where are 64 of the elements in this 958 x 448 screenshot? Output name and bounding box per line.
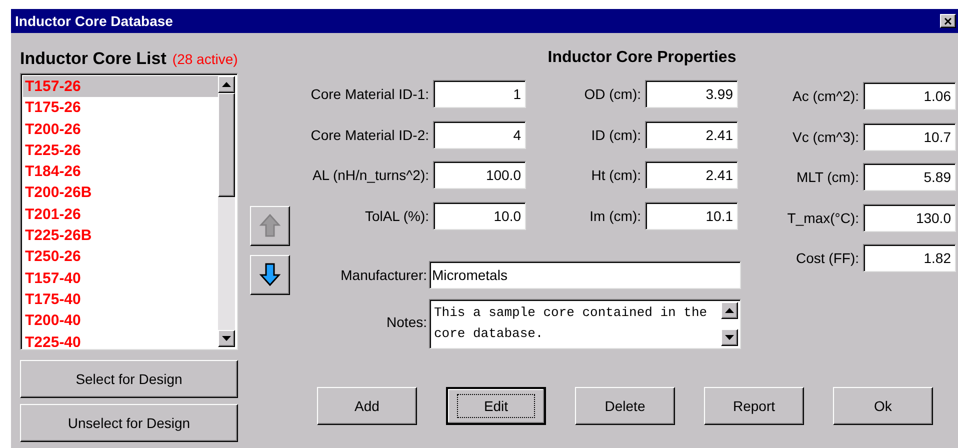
list-item[interactable]: T157-40: [23, 268, 218, 289]
field-label: T_max(°C):: [787, 210, 859, 226]
scroll-down-icon[interactable]: [218, 330, 235, 347]
list-item[interactable]: T200-26: [23, 118, 218, 140]
field-label: ID (cm):: [591, 126, 641, 142]
input-field[interactable]: 1.82: [863, 244, 956, 272]
input-field[interactable]: 3.99: [645, 80, 738, 108]
field-label: Manufacturer:: [340, 267, 427, 283]
list-item[interactable]: T175-40: [23, 288, 218, 310]
field-label: AL (nH/n_turns^2):: [312, 167, 429, 183]
input-field[interactable]: 4: [433, 120, 526, 148]
field-label: Vc (cm^3):: [792, 128, 859, 144]
field-label: Ht (cm):: [591, 167, 641, 183]
field-label: OD (cm):: [584, 86, 641, 102]
move-down-button[interactable]: [250, 255, 290, 295]
scroll-down-icon[interactable]: [721, 329, 738, 346]
close-button[interactable]: ×: [940, 14, 956, 28]
down-arrow-icon: [258, 262, 282, 288]
list-item[interactable]: T200-26B: [23, 182, 218, 204]
action-button[interactable]: Ok: [833, 387, 933, 425]
list-item[interactable]: T225-40: [23, 332, 218, 347]
list-title: Inductor Core List: [20, 49, 166, 69]
list-item[interactable]: T201-26: [23, 204, 218, 226]
input-field[interactable]: 1: [433, 80, 526, 108]
list-item[interactable]: T200-40: [23, 310, 218, 332]
action-button[interactable]: Report: [704, 387, 804, 425]
design-button[interactable]: Unselect for Design: [20, 404, 238, 442]
input-field[interactable]: 1.06: [863, 82, 956, 110]
action-button[interactable]: Delete: [575, 387, 675, 425]
scroll-up-icon[interactable]: [218, 76, 235, 93]
field-label: TolAL (%):: [364, 208, 429, 224]
field-label: Notes:: [386, 314, 427, 330]
scroll-thumb[interactable]: [218, 93, 235, 197]
list-item[interactable]: T250-26: [23, 246, 218, 268]
action-button[interactable]: Edit: [446, 387, 546, 425]
input-field[interactable]: 130.0: [863, 204, 956, 232]
list-item[interactable]: T184-26: [23, 161, 218, 182]
field-label: Core Material ID-2:: [310, 126, 429, 142]
input-field[interactable]: 10.7: [863, 122, 956, 150]
field-label: Ac (cm^2):: [792, 88, 859, 104]
action-button[interactable]: Add: [317, 387, 417, 425]
field-label: MLT (cm):: [796, 169, 859, 185]
scrollbar[interactable]: [218, 76, 235, 347]
window-title: Inductor Core Database: [15, 13, 173, 29]
notes-text: This a sample core contained in the core database.: [434, 304, 708, 343]
active-count: (28 active): [172, 51, 238, 67]
list-item[interactable]: T225-26: [23, 140, 218, 162]
input-field[interactable]: 10.1: [645, 202, 738, 230]
section-title: Inductor Core Properties: [546, 49, 738, 67]
field-label: Core Material ID-1:: [310, 86, 429, 102]
list-item[interactable]: T225-26B: [23, 225, 218, 246]
scroll-up-icon[interactable]: [721, 302, 738, 319]
field-label: Cost (FF):: [796, 250, 859, 266]
notes-field[interactable]: This a sample core contained in the core database.: [429, 299, 741, 349]
input-field[interactable]: 5.89: [863, 163, 956, 191]
input-field[interactable]: 10.0: [433, 202, 526, 230]
input-field[interactable]: 2.41: [645, 161, 738, 189]
list-item[interactable]: T175-26: [23, 97, 218, 119]
up-arrow-icon: [258, 213, 282, 239]
input-field[interactable]: 2.41: [645, 120, 738, 148]
manufacturer-field[interactable]: Micrometals: [429, 261, 741, 289]
field-label: Im (cm):: [590, 208, 641, 224]
design-button[interactable]: Select for Design: [20, 360, 238, 398]
input-field[interactable]: 100.0: [433, 161, 526, 189]
